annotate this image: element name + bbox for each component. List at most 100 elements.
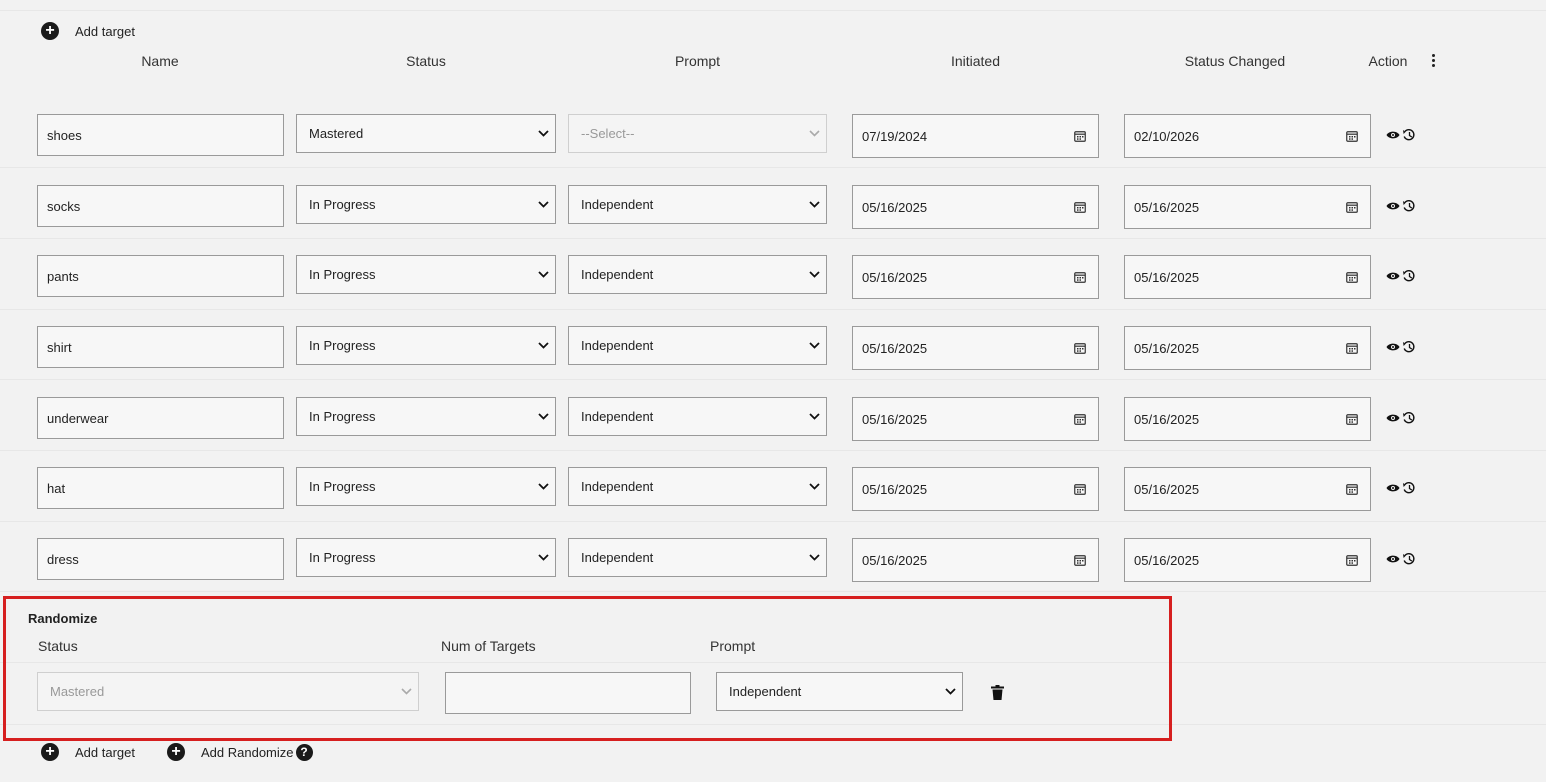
target-name-input[interactable]: shirt: [37, 326, 284, 368]
calendar-icon[interactable]: [1074, 271, 1086, 283]
history-icon[interactable]: [1402, 552, 1416, 566]
target-name-input[interactable]: underwear: [37, 397, 284, 439]
separator: [0, 309, 1546, 310]
add-target-button-bottom[interactable]: + Add target: [41, 743, 135, 761]
target-prompt-select[interactable]: --Select--: [568, 114, 827, 153]
calendar-icon[interactable]: [1346, 130, 1358, 142]
randomize-prompt-select[interactable]: Independent: [716, 672, 963, 711]
calendar-icon[interactable]: [1346, 342, 1358, 354]
calendar-icon[interactable]: [1074, 342, 1086, 354]
row-actions: [1386, 411, 1416, 425]
target-prompt-select[interactable]: Independent: [568, 538, 827, 577]
calendar-icon[interactable]: [1074, 554, 1086, 566]
column-header-status: Status: [406, 53, 446, 69]
status-changed-date-input[interactable]: 05/16/2025: [1124, 538, 1371, 582]
status-changed-date-input[interactable]: 05/16/2025: [1124, 326, 1371, 370]
target-status-select[interactable]: In Progress: [296, 185, 556, 224]
add-target-button[interactable]: + Add target: [41, 22, 135, 40]
eye-icon[interactable]: [1386, 271, 1400, 281]
status-changed-date-input[interactable]: 05/16/2025: [1124, 185, 1371, 229]
row-actions: [1386, 199, 1416, 213]
target-name-input[interactable]: socks: [37, 185, 284, 227]
separator: [0, 450, 1546, 451]
status-changed-date-input[interactable]: 05/16/2025: [1124, 255, 1371, 299]
target-prompt-select[interactable]: Independent: [568, 326, 827, 365]
eye-icon[interactable]: [1386, 554, 1400, 564]
target-prompt-value: Independent: [581, 479, 654, 494]
separator: [0, 10, 1546, 11]
column-header-status-changed: Status Changed: [1184, 53, 1286, 69]
initiated-date-input[interactable]: 05/16/2025: [852, 185, 1099, 229]
kebab-menu-icon[interactable]: [1429, 53, 1437, 69]
trash-icon[interactable]: [991, 685, 1004, 700]
column-header-action: Action: [1368, 53, 1408, 69]
target-prompt-select[interactable]: Independent: [568, 255, 827, 294]
calendar-icon[interactable]: [1074, 201, 1086, 213]
target-prompt-select[interactable]: Independent: [568, 185, 827, 224]
target-name-value: underwear: [47, 410, 109, 426]
target-prompt-value: Independent: [581, 409, 654, 424]
history-icon[interactable]: [1402, 411, 1416, 425]
initiated-date-input[interactable]: 07/19/2024: [852, 114, 1099, 158]
history-icon[interactable]: [1402, 199, 1416, 213]
row-actions: [1386, 481, 1416, 495]
status-changed-date-value: 05/16/2025: [1134, 269, 1200, 285]
eye-icon[interactable]: [1386, 130, 1400, 140]
target-status-select[interactable]: In Progress: [296, 467, 556, 506]
chevron-down-icon: [809, 553, 820, 561]
status-changed-date-input[interactable]: 02/10/2026: [1124, 114, 1371, 158]
target-name-input[interactable]: hat: [37, 467, 284, 509]
calendar-icon[interactable]: [1074, 130, 1086, 142]
initiated-date-input[interactable]: 05/16/2025: [852, 326, 1099, 370]
initiated-date-input[interactable]: 05/16/2025: [852, 255, 1099, 299]
calendar-icon[interactable]: [1346, 201, 1358, 213]
target-status-select[interactable]: In Progress: [296, 538, 556, 577]
calendar-icon[interactable]: [1346, 413, 1358, 425]
eye-icon[interactable]: [1386, 483, 1400, 493]
status-changed-date-input[interactable]: 05/16/2025: [1124, 397, 1371, 441]
calendar-icon[interactable]: [1346, 554, 1358, 566]
initiated-date-input[interactable]: 05/16/2025: [852, 467, 1099, 511]
target-name-input[interactable]: dress: [37, 538, 284, 580]
chevron-down-icon: [809, 129, 820, 137]
calendar-icon[interactable]: [1346, 483, 1358, 495]
randomize-status-label: Status: [38, 638, 78, 654]
history-icon[interactable]: [1402, 128, 1416, 142]
question-circle-icon[interactable]: ?: [295, 743, 313, 761]
initiated-date-input[interactable]: 05/16/2025: [852, 397, 1099, 441]
target-status-select[interactable]: In Progress: [296, 397, 556, 436]
plus-circle-icon: +: [41, 22, 59, 40]
target-name-value: dress: [47, 551, 79, 567]
randomize-status-select[interactable]: Mastered: [37, 672, 419, 711]
history-icon[interactable]: [1402, 340, 1416, 354]
initiated-date-value: 05/16/2025: [862, 340, 928, 356]
eye-icon[interactable]: [1386, 201, 1400, 211]
target-name-input[interactable]: shoes: [37, 114, 284, 156]
add-randomize-button[interactable]: + Add Randomize ?: [167, 743, 313, 761]
chevron-down-icon: [809, 270, 820, 278]
status-changed-date-value: 05/16/2025: [1134, 481, 1200, 497]
calendar-icon[interactable]: [1074, 483, 1086, 495]
eye-icon[interactable]: [1386, 342, 1400, 352]
randomize-prompt-label: Prompt: [710, 638, 756, 654]
status-changed-date-value: 05/16/2025: [1134, 411, 1200, 427]
randomize-status-value: Mastered: [50, 684, 105, 699]
eye-icon[interactable]: [1386, 413, 1400, 423]
target-name-value: hat: [47, 480, 66, 496]
target-status-select[interactable]: Mastered: [296, 114, 556, 153]
calendar-icon[interactable]: [1074, 413, 1086, 425]
calendar-icon[interactable]: [1346, 271, 1358, 283]
target-prompt-select[interactable]: Independent: [568, 467, 827, 506]
randomize-num-targets-label: Num of Targets: [441, 638, 536, 654]
status-changed-date-input[interactable]: 05/16/2025: [1124, 467, 1371, 511]
row-actions: [1386, 269, 1416, 283]
history-icon[interactable]: [1402, 269, 1416, 283]
target-prompt-select[interactable]: Independent: [568, 397, 827, 436]
randomize-prompt-value: Independent: [729, 684, 802, 699]
history-icon[interactable]: [1402, 481, 1416, 495]
initiated-date-input[interactable]: 05/16/2025: [852, 538, 1099, 582]
num-of-targets-input[interactable]: [445, 672, 691, 714]
target-status-select[interactable]: In Progress: [296, 326, 556, 365]
target-name-input[interactable]: pants: [37, 255, 284, 297]
target-status-select[interactable]: In Progress: [296, 255, 556, 294]
